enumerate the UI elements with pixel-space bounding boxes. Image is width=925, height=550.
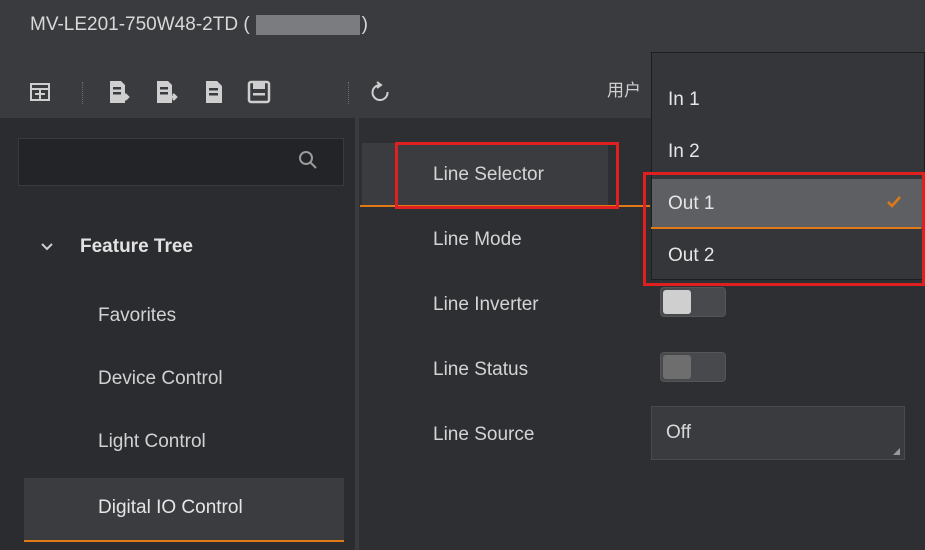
grid-icon[interactable] xyxy=(26,78,54,106)
document-icon[interactable] xyxy=(200,78,228,106)
window-title: MV-LE201-750W48-2TD ( ) xyxy=(30,14,368,36)
window-title-suffix: ) xyxy=(361,14,368,35)
line-source-label: Line Source xyxy=(433,424,535,445)
tree-item-light-control[interactable]: Light Control xyxy=(98,431,206,453)
dropdown-option-in-2[interactable]: In 2 xyxy=(652,127,924,177)
line-mode-label: Line Mode xyxy=(433,229,522,250)
title-bar: MV-LE201-750W48-2TD ( ) xyxy=(0,0,925,50)
toggle-knob xyxy=(663,290,691,314)
refresh-icon[interactable] xyxy=(366,78,394,106)
toggle-knob xyxy=(663,355,691,379)
floppy-save-icon[interactable] xyxy=(245,78,273,106)
chevron-down-icon xyxy=(40,242,58,252)
user-level-label: 用户 xyxy=(607,81,641,100)
tree-item-selected-underline xyxy=(24,540,344,542)
save-feature-icon[interactable] xyxy=(152,78,180,106)
window-title-prefix: MV-LE201-750W48-2TD ( xyxy=(30,14,250,35)
toolbar-separator xyxy=(348,82,350,104)
redacted-serial xyxy=(255,15,360,35)
line-inverter-label: Line Inverter xyxy=(433,294,539,315)
line-status-label: Line Status xyxy=(433,359,529,380)
line-source-value: Off xyxy=(666,422,691,443)
load-feature-icon[interactable] xyxy=(105,78,133,106)
tree-item-favorites[interactable]: Favorites xyxy=(98,305,176,327)
search-input[interactable] xyxy=(18,138,344,186)
line-source-select[interactable]: Off xyxy=(651,406,905,460)
tree-item-device-control[interactable]: Device Control xyxy=(98,368,223,390)
line-inverter-toggle[interactable] xyxy=(660,287,726,317)
dropdown-option-in-1[interactable]: In 1 xyxy=(652,75,924,125)
feature-tree-title: Feature Tree xyxy=(80,236,193,257)
search-button[interactable] xyxy=(273,139,343,185)
feature-tree-header[interactable]: Feature Tree xyxy=(40,236,193,258)
line-status-toggle xyxy=(660,352,726,382)
dropdown-corner-icon xyxy=(893,448,900,455)
toolbar-separator xyxy=(82,82,84,104)
highlight-box-line-selector xyxy=(395,142,619,209)
tree-item-digital-io-control[interactable]: Digital IO Control xyxy=(98,497,243,519)
highlight-box-dropdown xyxy=(643,172,925,286)
search-icon xyxy=(298,150,318,175)
